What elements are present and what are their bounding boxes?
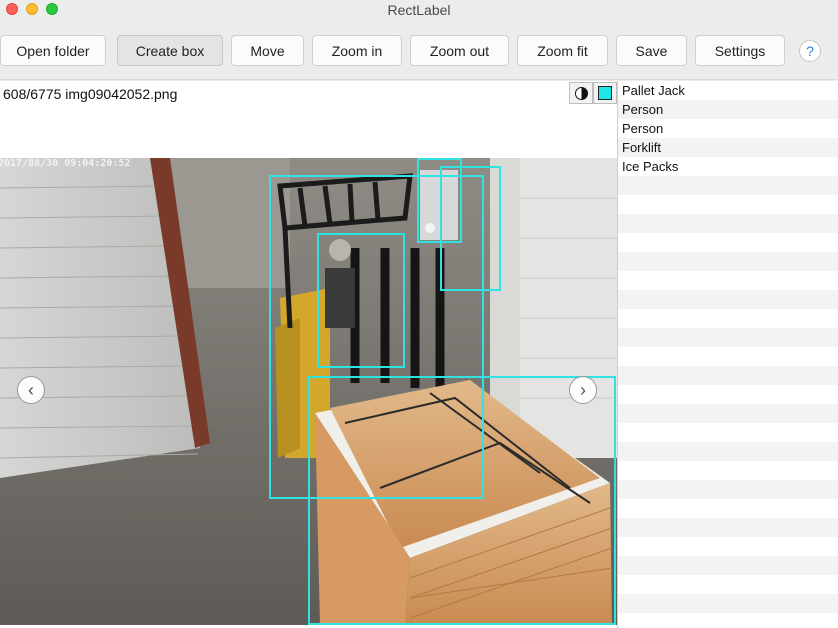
label-list-empty-row <box>618 575 838 594</box>
label-list-empty-row <box>618 195 838 214</box>
chevron-left-icon: ‹ <box>28 379 34 400</box>
move-button[interactable]: Move <box>231 35 304 66</box>
label-list-item[interactable]: Person <box>618 119 838 138</box>
zoom-out-button[interactable]: Zoom out <box>410 35 509 66</box>
label-list-empty-row <box>618 214 838 233</box>
label-list-item[interactable]: Pallet Jack <box>618 81 838 100</box>
label-list-empty-row <box>618 290 838 309</box>
label-list-item[interactable]: Person <box>618 100 838 119</box>
label-list-empty-row <box>618 252 838 271</box>
label-list-empty-row <box>618 233 838 252</box>
zoom-in-button[interactable]: Zoom in <box>312 35 402 66</box>
label-list-empty-row <box>618 309 838 328</box>
label-list-empty-row <box>618 366 838 385</box>
window-title: RectLabel <box>387 2 451 18</box>
help-button[interactable]: ? <box>799 40 821 62</box>
label-list-empty-row <box>618 385 838 404</box>
previous-image-button[interactable]: ‹ <box>17 376 45 404</box>
label-list-empty-row <box>618 594 838 613</box>
settings-button[interactable]: Settings <box>695 35 785 66</box>
color-swatch-icon <box>598 86 612 100</box>
create-box-button[interactable]: Create box <box>117 35 223 66</box>
label-list-empty-row <box>618 499 838 518</box>
label-list-empty-row <box>618 556 838 575</box>
box-color-toggle[interactable] <box>593 82 617 104</box>
label-list-empty-row <box>618 404 838 423</box>
file-info: 608/6775 img09042052.png <box>3 86 178 102</box>
contrast-icon <box>574 86 588 100</box>
label-list-empty-row <box>618 518 838 537</box>
label-list-empty-row <box>618 176 838 195</box>
bbox-ice-packs[interactable] <box>308 376 616 625</box>
label-list-empty-row <box>618 461 838 480</box>
contrast-toggle[interactable] <box>569 82 593 104</box>
bbox-person-driver[interactable] <box>317 233 405 368</box>
chevron-right-icon: › <box>580 379 586 400</box>
label-list-empty-row <box>618 328 838 347</box>
save-button[interactable]: Save <box>616 35 687 66</box>
label-list-item[interactable]: Ice Packs <box>618 157 838 176</box>
label-list-empty-row <box>618 423 838 442</box>
zoom-fit-button[interactable]: Zoom fit <box>517 35 608 66</box>
image-timestamp: 2017/08/30 09:04:20:52 <box>0 158 131 169</box>
label-list-empty-row <box>618 347 838 366</box>
next-image-button[interactable]: › <box>569 376 597 404</box>
window-titlebar: RectLabel Open folder Create box Move Zo… <box>0 0 838 80</box>
label-list-empty-row <box>618 442 838 461</box>
label-list: Pallet Jack Person Person Forklift Ice Packs <box>617 81 838 628</box>
image-canvas[interactable]: 2017/08/30 09:04:20:52 ‹ › <box>0 158 617 625</box>
label-list-empty-row <box>618 537 838 556</box>
image-editor: 608/6775 img09042052.png 2017/08/30 09:0… <box>0 81 617 628</box>
label-list-empty-row <box>618 480 838 499</box>
label-list-empty-row <box>618 271 838 290</box>
open-folder-button[interactable]: Open folder <box>0 35 106 66</box>
label-list-item[interactable]: Forklift <box>618 138 838 157</box>
